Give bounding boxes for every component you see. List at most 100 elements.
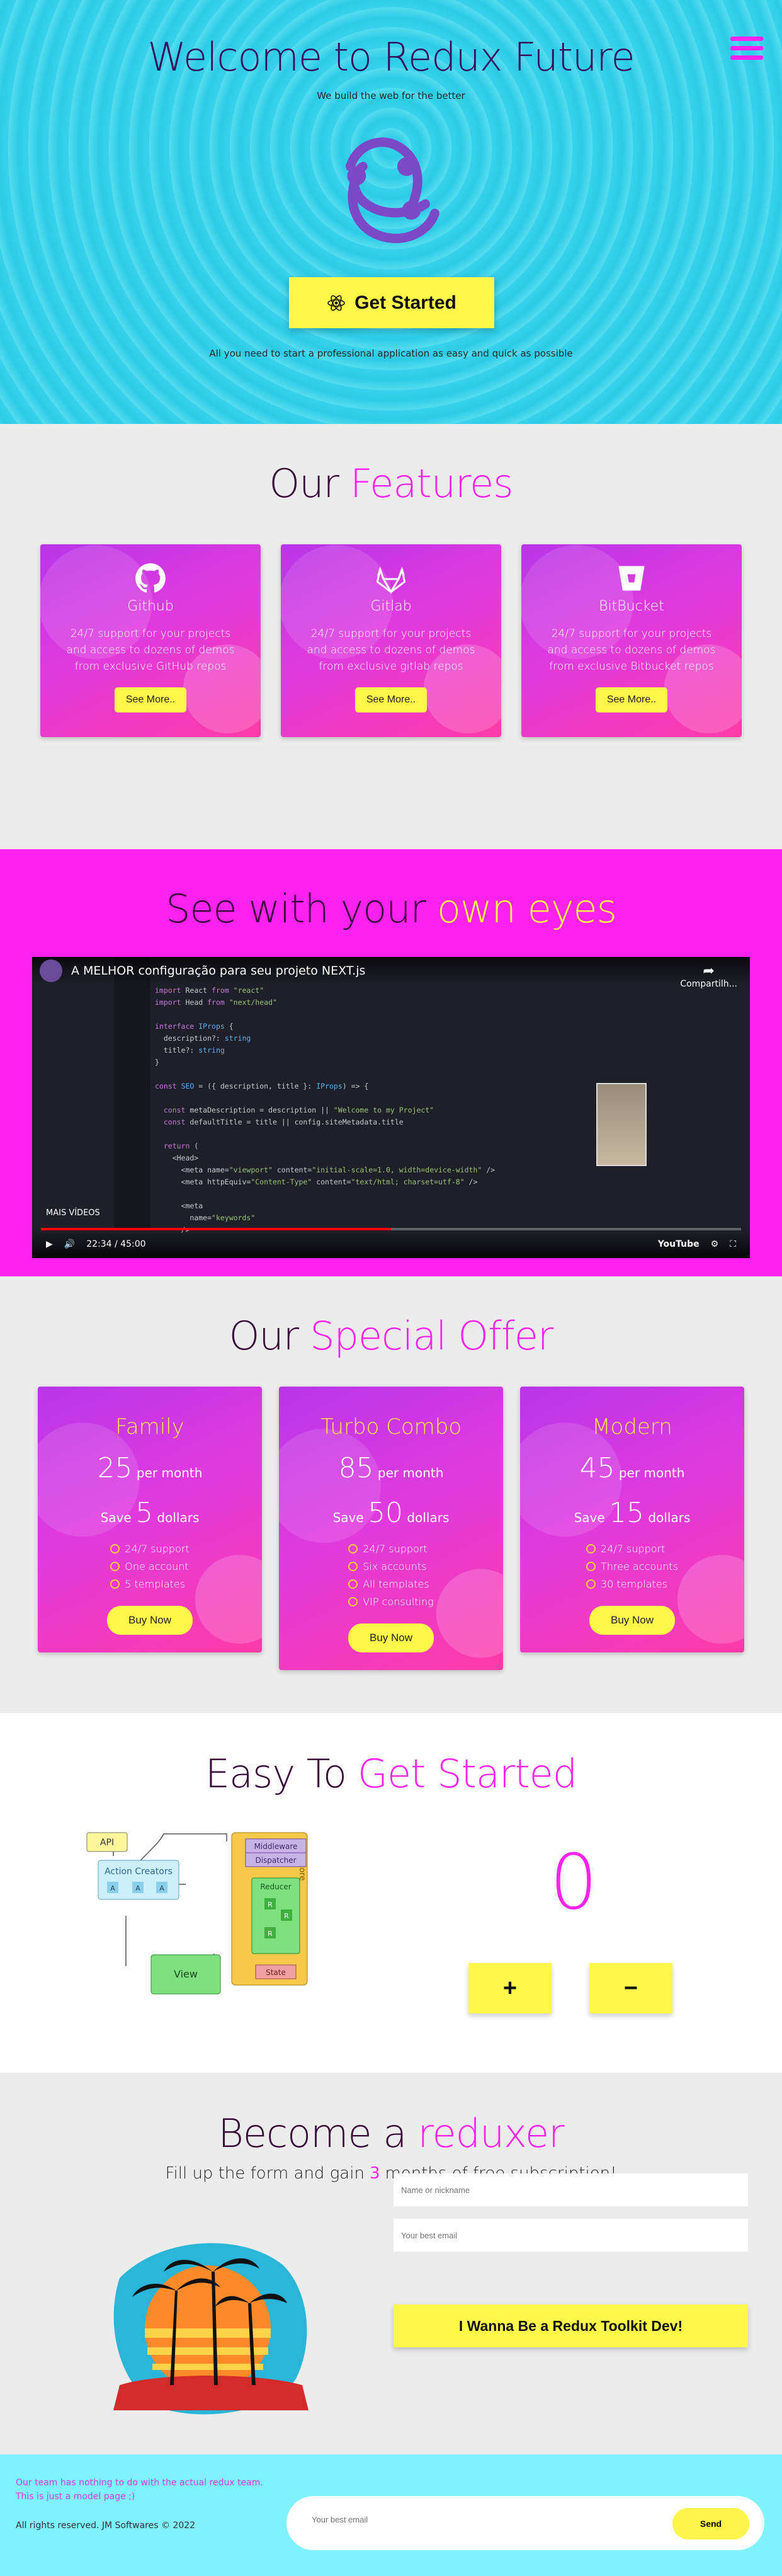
offer-feature: One account bbox=[110, 1558, 189, 1576]
share-icon: ➦ bbox=[703, 963, 715, 979]
youtube-embed[interactable]: import React from "react" import Head fr… bbox=[32, 957, 750, 1258]
palm-trees-illustration bbox=[113, 2243, 309, 2415]
svg-text:A: A bbox=[135, 1884, 140, 1892]
buy-now-button[interactable]: Buy Now bbox=[106, 1606, 193, 1635]
footer-note: Our team has nothing to do with the actu… bbox=[16, 2478, 263, 2502]
offer-feature: 24/7 support bbox=[586, 1540, 678, 1558]
offer-feature: Six accounts bbox=[348, 1558, 434, 1576]
buy-now-button[interactable]: Buy Now bbox=[348, 1623, 434, 1652]
offer-feature: 24/7 support bbox=[348, 1540, 434, 1558]
hero-section: Welcome to Redux Future We build the web… bbox=[0, 0, 782, 424]
feature-desc: 24/7 support for your projects and acces… bbox=[307, 627, 475, 673]
offer-feature: Three accounts bbox=[586, 1558, 678, 1576]
editor-sidebar bbox=[114, 957, 150, 1229]
offer-features: 24/7 support One account 5 templates bbox=[110, 1540, 190, 1593]
counter-section-title: Easy To Get Started bbox=[205, 1751, 577, 1797]
offer-card: Turbo Combo 85 per month Save 50 dollars… bbox=[279, 1387, 503, 1670]
offer-price: 25 per month bbox=[97, 1452, 203, 1484]
email-input[interactable] bbox=[394, 2219, 748, 2252]
see-more-button[interactable]: See More.. bbox=[114, 687, 187, 713]
offer-name: Family bbox=[115, 1414, 184, 1440]
diagram-api: API bbox=[100, 1838, 114, 1848]
signup-submit-button[interactable]: I Wanna Be a Redux Toolkit Dev! bbox=[394, 2304, 748, 2347]
offer-feature: All templates bbox=[348, 1576, 434, 1593]
offer-features: 24/7 support Three accounts 30 templates bbox=[586, 1540, 678, 1593]
redux-logo-icon bbox=[346, 137, 439, 243]
buy-now-button[interactable]: Buy Now bbox=[589, 1606, 676, 1635]
check-icon bbox=[110, 1579, 120, 1589]
diagram-state: State bbox=[266, 1968, 286, 1977]
offer-feature: 30 templates bbox=[586, 1576, 678, 1593]
check-icon bbox=[348, 1579, 358, 1589]
counter-section: Easy To Get Started API Action Creators A… bbox=[0, 1713, 782, 2073]
github-icon bbox=[135, 563, 166, 593]
offer-price: 45 per month bbox=[579, 1452, 685, 1484]
offer-card: Modern 45 per month Save 15 dollars 24/7… bbox=[520, 1387, 744, 1652]
offers-section: Our Special Offer Family 25 per month Sav… bbox=[0, 1276, 782, 1713]
send-button[interactable]: Send bbox=[672, 2508, 749, 2539]
offer-feature: 24/7 support bbox=[110, 1540, 190, 1558]
check-icon bbox=[586, 1562, 596, 1571]
offer-name: Turbo Combo bbox=[320, 1414, 462, 1440]
newsletter-email-input[interactable] bbox=[312, 2515, 564, 2524]
offer-feature: 5 templates bbox=[110, 1576, 189, 1593]
settings-icon[interactable]: ⚙ bbox=[711, 1239, 719, 1249]
video-section: See with your own eyes import React from … bbox=[0, 849, 782, 1276]
video-section-title: See with your own eyes bbox=[166, 886, 617, 932]
footer: Our team has nothing to do with the actu… bbox=[0, 2454, 782, 2576]
channel-avatar[interactable] bbox=[40, 959, 62, 982]
bitbucket-icon bbox=[618, 566, 645, 591]
offer-features: 24/7 support Six accounts All templates VIP… bbox=[348, 1540, 434, 1611]
feature-desc: 24/7 support for your projects and acces… bbox=[547, 627, 716, 673]
volume-icon[interactable]: 🔊 bbox=[64, 1239, 75, 1249]
svg-text:R: R bbox=[268, 1930, 273, 1938]
svg-text:R: R bbox=[268, 1901, 273, 1909]
decrement-button[interactable]: − bbox=[589, 1963, 672, 2013]
code-screenshot: import React from "react" import Head fr… bbox=[155, 986, 496, 1234]
feature-name: Github bbox=[127, 598, 174, 614]
youtube-logo[interactable]: YouTube bbox=[658, 1239, 700, 1249]
video-time: 22:34 / 45:00 bbox=[86, 1239, 146, 1249]
more-videos-link[interactable]: MAIS VÍDEOS bbox=[46, 1208, 100, 1218]
see-more-button[interactable]: See More.. bbox=[595, 687, 668, 713]
check-icon bbox=[110, 1544, 120, 1554]
get-started-button[interactable]: Get Started bbox=[289, 277, 494, 328]
diagram-middleware: Middleware bbox=[254, 1842, 298, 1851]
newsletter-form: Send bbox=[286, 2496, 764, 2550]
counter-value: 0 bbox=[550, 1839, 598, 1926]
fullscreen-icon[interactable]: ⛶ bbox=[730, 1239, 736, 1249]
features-section: Our Features Github 24/7 support for your… bbox=[0, 424, 782, 849]
check-icon bbox=[348, 1597, 358, 1606]
share-button[interactable]: ➦ Compartilh... bbox=[680, 963, 737, 989]
offer-name: Modern bbox=[592, 1414, 672, 1440]
name-input[interactable] bbox=[394, 2173, 748, 2206]
menu-icon[interactable] bbox=[730, 37, 763, 66]
get-started-label: Get Started bbox=[354, 292, 456, 313]
feature-desc: 24/7 support for your projects and acces… bbox=[66, 627, 235, 673]
features-title: Our Features bbox=[269, 461, 513, 507]
offer-feature: VIP consulting bbox=[348, 1593, 434, 1611]
svg-text:A: A bbox=[110, 1884, 115, 1892]
gitlab-icon bbox=[376, 566, 406, 594]
offer-saving: Save 5 dollars bbox=[100, 1497, 200, 1529]
play-icon[interactable]: ▶ bbox=[46, 1239, 53, 1249]
see-more-button[interactable]: See More.. bbox=[354, 687, 428, 713]
feature-name: Gitlab bbox=[370, 598, 412, 614]
video-title[interactable]: A MELHOR configuração para seu projeto N… bbox=[71, 964, 365, 978]
hero-subtitle: We build the web for the better bbox=[317, 90, 465, 101]
feature-card-bitbucket: BitBucket 24/7 support for your projects… bbox=[521, 544, 742, 737]
increment-button[interactable]: + bbox=[468, 1963, 552, 2013]
feature-card-gitlab: Gitlab 24/7 support for your projects an… bbox=[281, 544, 501, 737]
check-icon bbox=[348, 1544, 358, 1554]
diagram-view: View bbox=[174, 1968, 198, 1980]
offer-price: 85 per month bbox=[338, 1452, 444, 1484]
diagram-dispatcher: Dispatcher bbox=[255, 1856, 296, 1865]
video-controls: ▶ 🔊 22:34 / 45:00 YouTube ⚙ ⛶ bbox=[32, 1230, 750, 1258]
feature-card-github: Github 24/7 support for your projects an… bbox=[40, 544, 261, 737]
redux-flow-diagram: API Action Creators A A A Store Middlewa… bbox=[86, 1832, 308, 1995]
hero-title: Welcome to Redux Future bbox=[147, 34, 635, 80]
diagram-action-creators: Action Creators bbox=[105, 1867, 173, 1877]
check-icon bbox=[110, 1562, 120, 1571]
copyright: All rights reserved. JM Softwares © 2022 bbox=[16, 2521, 196, 2531]
offer-card: Family 25 per month Save 5 dollars 24/7 … bbox=[38, 1387, 262, 1652]
